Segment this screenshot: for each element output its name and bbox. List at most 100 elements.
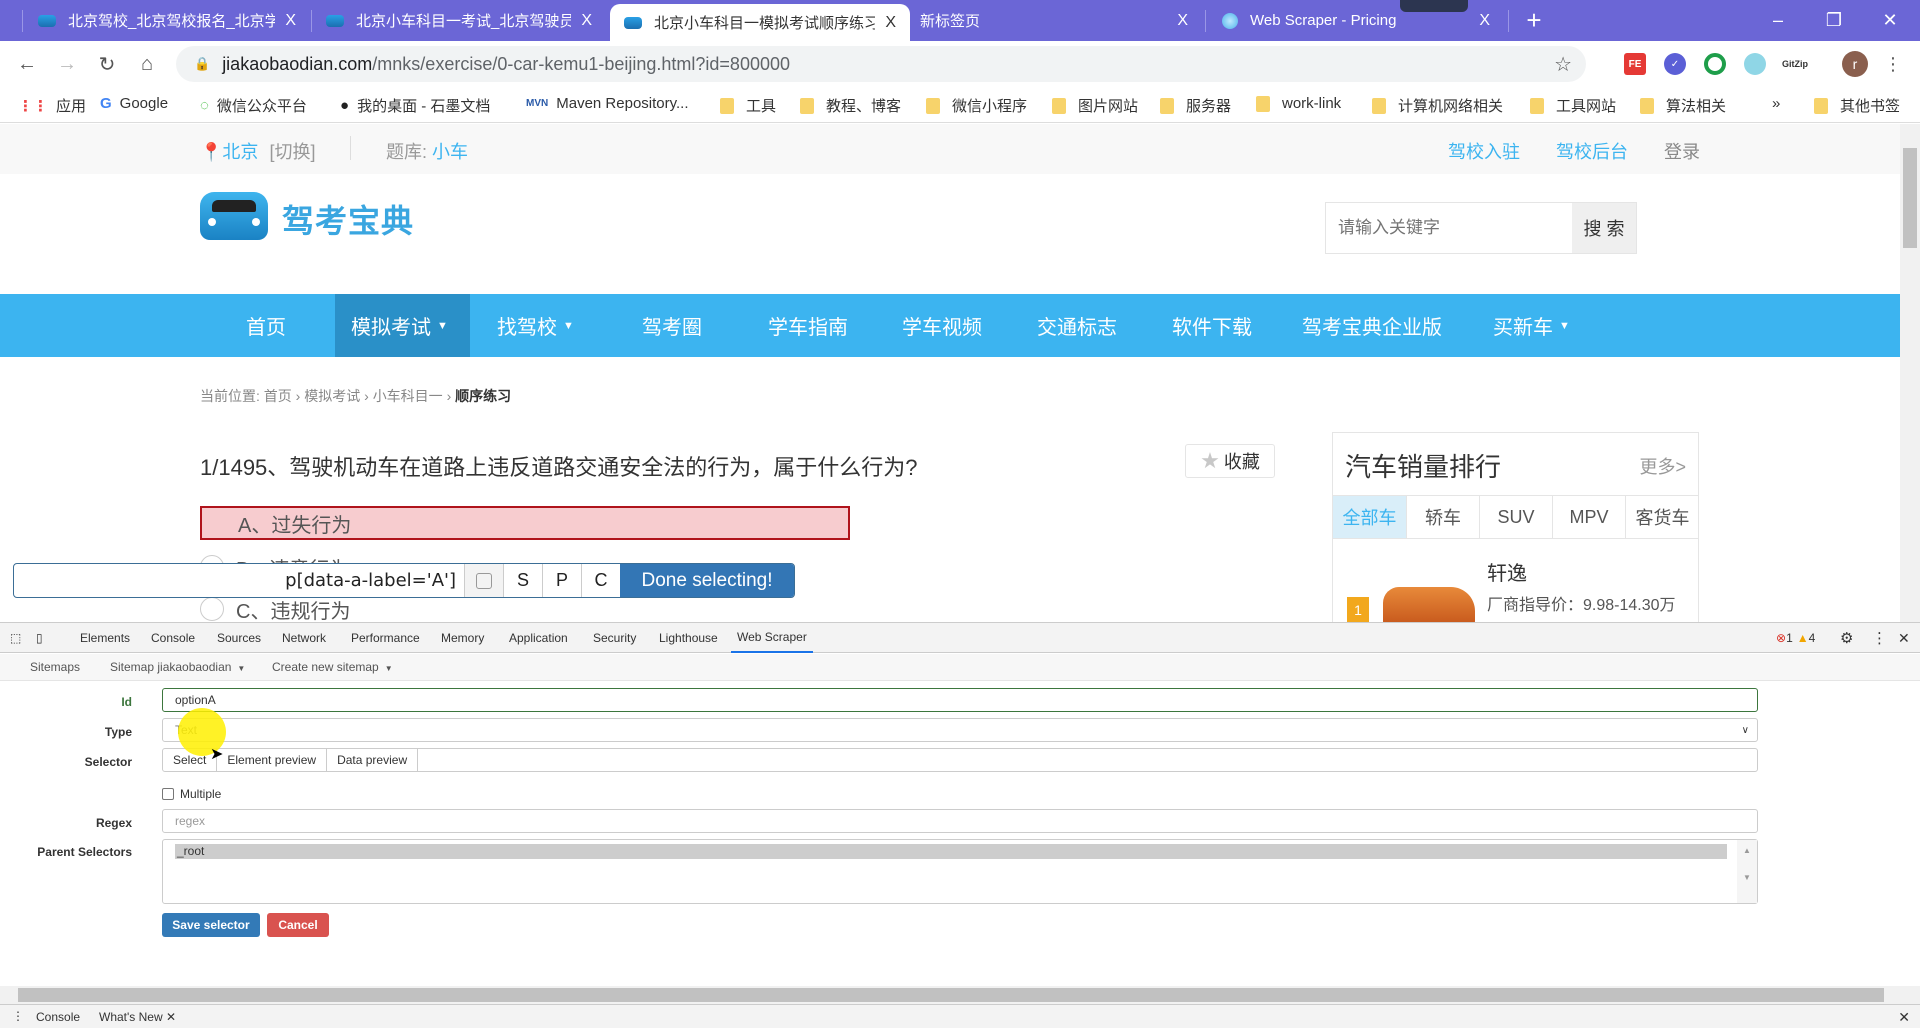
scrollbar-thumb[interactable] (1903, 148, 1917, 248)
drawer-menu-icon[interactable]: ⋮ (12, 1009, 24, 1023)
nav-item-guide[interactable]: 学车指南 (752, 294, 864, 357)
bookmark-folder[interactable]: 计算机网络相关 (1372, 95, 1503, 116)
inspect-element-icon[interactable]: ⬚ (10, 623, 21, 653)
devtools-menu-icon[interactable]: ⋮ (1872, 623, 1887, 653)
search-input[interactable] (1326, 203, 1572, 253)
new-tab-button[interactable]: + (1518, 4, 1550, 36)
login-link[interactable]: 登录 (1664, 138, 1700, 164)
minimize-button[interactable]: – (1750, 0, 1806, 41)
gitzip-extension-icon[interactable]: GitZip (1782, 53, 1808, 75)
bookmark-folder[interactable]: 工具 (720, 95, 776, 116)
sales-more-link[interactable]: 更多> (1639, 453, 1686, 479)
browser-menu-icon[interactable]: ⋮ (1878, 49, 1908, 79)
bookmark-folder[interactable]: 教程、博客 (800, 95, 901, 116)
save-selector-button[interactable]: Save selector (162, 913, 260, 937)
close-devtools-icon[interactable]: ✕ (1898, 623, 1910, 653)
bookmark-maven[interactable]: MVN Maven Repository... (526, 95, 689, 112)
bank-value-link[interactable]: 小车 (432, 142, 468, 162)
create-sitemap-dropdown[interactable]: Create new sitemap ▼ (272, 660, 393, 674)
bookmark-apps[interactable]: ⋮⋮ 应用 (18, 95, 86, 116)
sales-tab-all[interactable]: 全部车 (1333, 495, 1406, 539)
close-tab-icon[interactable]: X (285, 12, 296, 30)
bookmark-folder[interactable]: work-link (1256, 95, 1341, 112)
close-tab-icon[interactable]: X (1177, 12, 1188, 30)
bookmark-google[interactable]: G Google (100, 95, 168, 112)
bookmark-shimo[interactable]: ● 我的桌面 - 石墨文档 (340, 95, 490, 116)
nav-item-traffic-signs[interactable]: 交通标志 (1021, 294, 1133, 357)
close-drawer-icon[interactable]: ✕ (1898, 1009, 1910, 1026)
issues-counter[interactable]: ⊗ 1 ▲ 4 (1776, 623, 1815, 653)
bookmark-folder[interactable]: 微信小程序 (926, 95, 1027, 116)
enable-key-toggle[interactable] (464, 564, 503, 597)
devtools-horizontal-scrollbar[interactable] (0, 986, 1920, 1004)
device-toolbar-icon[interactable]: ▯ (36, 623, 43, 653)
school-admin-link[interactable]: 驾校后台 (1556, 138, 1628, 164)
cancel-button[interactable]: Cancel (267, 913, 329, 937)
parent-option-root[interactable]: _root (175, 844, 1727, 859)
parent-button[interactable]: P (542, 564, 581, 597)
favorite-button[interactable]: ★ 收藏 (1185, 444, 1275, 478)
element-preview-button[interactable]: Element preview (217, 749, 328, 771)
devtools-tab-application[interactable]: Application (509, 623, 568, 653)
forward-button[interactable]: → (52, 49, 82, 79)
bookmark-folder[interactable]: 工具网站 (1530, 95, 1616, 116)
child-button[interactable]: C (581, 564, 620, 597)
bookmark-folder[interactable]: 图片网站 (1052, 95, 1138, 116)
close-tab-icon[interactable]: X (885, 14, 896, 32)
browser-tab[interactable]: 北京小车科目一考试_北京驾驶员 X (312, 0, 606, 41)
check-extension-icon[interactable]: ✓ (1664, 53, 1686, 75)
bookmark-folder[interactable]: 算法相关 (1640, 95, 1726, 116)
selector-preview-field[interactable]: p[data-a-label='A'] (14, 564, 464, 597)
nav-item-enterprise[interactable]: 驾考宝典企业版 (1286, 294, 1458, 357)
car-image[interactable] (1383, 587, 1475, 622)
browser-tab[interactable]: 新标签页 X (906, 0, 1202, 41)
devtools-tab-elements[interactable]: Elements (80, 623, 130, 653)
option-a[interactable]: A、过失行为 (200, 506, 850, 540)
bookmark-folder[interactable]: 服务器 (1160, 95, 1231, 116)
parent-selectors-list[interactable]: _root ▲ ▼ (162, 839, 1758, 904)
browser-tab-active[interactable]: 北京小车科目一模拟考试顺序练习 X (610, 4, 910, 41)
drawer-tab-whats-new[interactable]: What's New ✕ (99, 1010, 176, 1024)
select-button[interactable]: S (503, 564, 542, 597)
nav-item-circle[interactable]: 驾考圈 (626, 294, 718, 357)
id-input[interactable]: optionA (162, 688, 1758, 712)
city-switch-link[interactable]: [切换] (269, 142, 315, 162)
regex-input[interactable]: regex (162, 809, 1758, 833)
devtools-tab-sources[interactable]: Sources (217, 623, 261, 653)
sitemaps-link[interactable]: Sitemaps (30, 660, 80, 674)
multiple-checkbox-row[interactable]: Multiple (162, 787, 221, 801)
green-ring-extension-icon[interactable] (1704, 53, 1726, 75)
breadcrumb-link[interactable]: 模拟考试 (304, 388, 360, 404)
data-preview-button[interactable]: Data preview (327, 749, 419, 771)
bookmark-star-icon[interactable]: ☆ (1554, 52, 1572, 77)
profile-avatar[interactable]: r (1842, 51, 1868, 77)
close-tab-icon[interactable]: X (1479, 12, 1490, 30)
drawer-tab-console[interactable]: Console (36, 1010, 80, 1024)
home-button[interactable]: ⌂ (132, 49, 162, 79)
done-selecting-button[interactable]: Done selecting! (620, 564, 794, 597)
settings-gear-icon[interactable]: ⚙ (1840, 623, 1853, 653)
school-join-link[interactable]: 驾校入驻 (1448, 138, 1520, 164)
car-name[interactable]: 轩逸 (1487, 557, 1527, 586)
car-logo-icon[interactable] (200, 192, 268, 240)
search-button[interactable]: 搜 索 (1572, 203, 1636, 253)
nav-item-home[interactable]: 首页 (230, 294, 302, 357)
nav-item-videos[interactable]: 学车视频 (886, 294, 998, 357)
fe-extension-icon[interactable]: FE (1624, 53, 1646, 75)
address-bar[interactable]: 🔒 jiakaobaodian.com/mnks/exercise/0-car-… (176, 46, 1586, 82)
page-scrollbar[interactable] (1900, 124, 1920, 622)
sales-tab-sedan[interactable]: 轿车 (1406, 495, 1479, 539)
nav-item-download[interactable]: 软件下载 (1156, 294, 1268, 357)
sales-tab-truck[interactable]: 客货车 (1625, 495, 1699, 539)
bookmark-wechat[interactable]: ◌ 微信公众平台 (200, 95, 307, 116)
type-select[interactable]: Text∨ (162, 718, 1758, 742)
reload-button[interactable]: ↻ (92, 49, 122, 79)
scrollbar-thumb[interactable] (18, 988, 1884, 1002)
back-button[interactable]: ← (12, 49, 42, 79)
devtools-tab-web-scraper[interactable]: Web Scraper (731, 623, 813, 653)
selector-input[interactable] (418, 749, 1757, 771)
nav-item-find-school[interactable]: 找驾校 ▼ (481, 294, 590, 357)
other-bookmarks[interactable]: 其他书签 (1814, 95, 1900, 116)
devtools-tab-performance[interactable]: Performance (351, 623, 420, 653)
bookmarks-overflow-button[interactable]: » (1772, 95, 1780, 112)
